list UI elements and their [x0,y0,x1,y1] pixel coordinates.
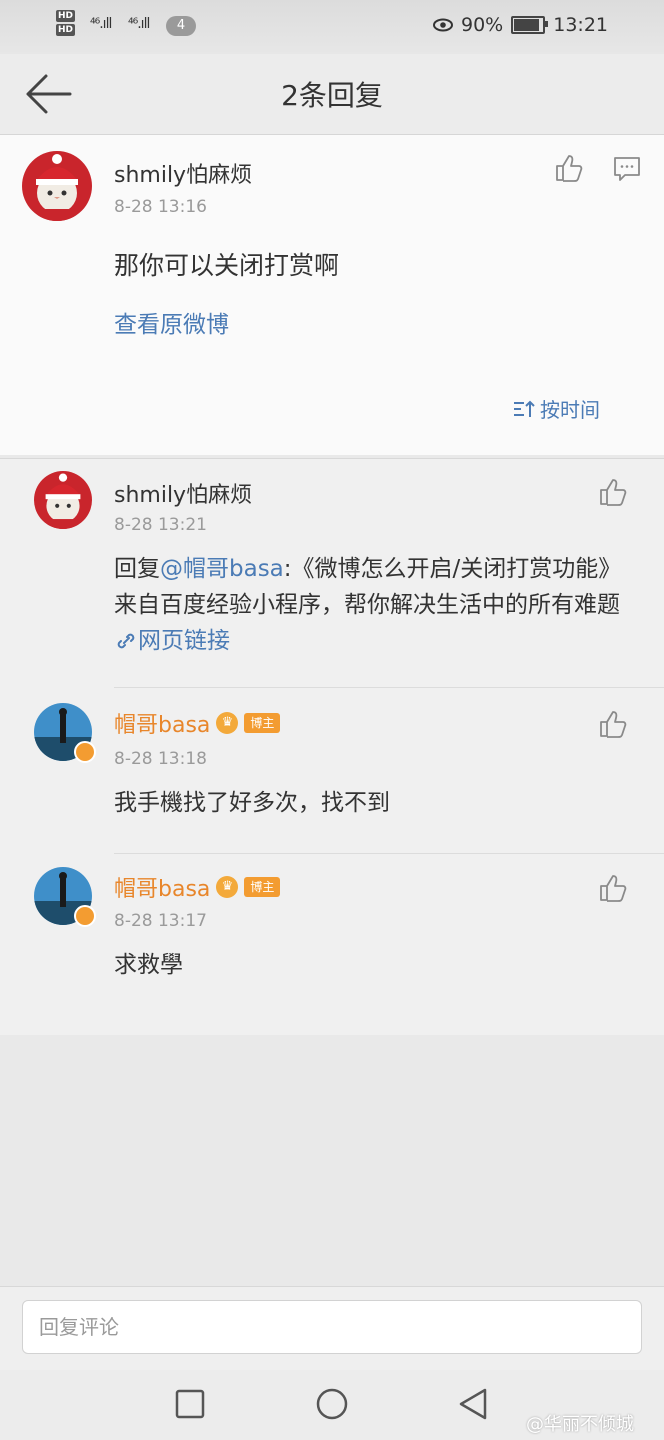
cat-avatar-icon [22,151,92,221]
like-button[interactable] [598,709,628,743]
reply-username[interactable]: 帽哥basa [114,871,210,903]
recents-button[interactable] [174,1388,206,1424]
battery-fill [514,19,540,31]
reply-input-field[interactable]: 回复评论 [22,1300,642,1354]
comment-text: 那你可以关闭打赏啊 [114,251,340,280]
host-badge: 博主 [244,713,281,733]
reply-prefix: 回复 [114,556,160,582]
thumbs-up-icon [600,875,627,902]
hd-badge-1: HD [56,10,76,22]
speech-bubble-icon [614,157,640,181]
divider [114,687,664,688]
verified-badge [74,905,96,927]
eye-icon [433,18,453,32]
replies-list: shmily怕麻烦 8-28 13:21 回复@帽哥basa:《微博怎么开启/关… [0,458,664,1035]
crown-icon: ♛ [216,876,239,898]
reply-user-row: 帽哥basa ♛ 博主 [114,707,281,739]
reply-username[interactable]: shmily怕麻烦 [114,477,252,509]
reply-user-row: 帽哥basa ♛ 博主 [114,871,281,903]
web-link[interactable]: 网页链接 [114,628,230,654]
thumbs-up-icon [556,155,583,182]
verified-badge [74,741,96,763]
notification-count-badge: 4 [166,16,196,36]
view-original-link[interactable]: 查看原微博 [114,305,229,339]
reply-username[interactable]: 帽哥basa [114,707,210,739]
thumbs-up-icon [600,711,627,738]
top-header: 2条回复 [0,54,664,135]
hd-indicators: HD HD [56,10,76,38]
crown-icon: ♛ [216,712,239,734]
avatar-shmily[interactable] [22,151,92,221]
web-link-label: 网页链接 [138,628,230,654]
circle-icon [316,1388,348,1420]
battery-percent: 90% [461,14,504,36]
thumbs-up-icon [600,479,627,506]
like-button[interactable] [554,153,584,187]
avatar-shmily[interactable] [34,471,92,529]
reply-item: shmily怕麻烦 8-28 13:21 回复@帽哥basa:《微博怎么开启/关… [0,459,664,687]
watermark: @华丽不倾城 [526,1414,634,1435]
reply-item: 帽哥basa ♛ 博主 8-28 13:18 我手機找了好多次，找不到 [0,689,664,853]
square-icon [175,1389,205,1419]
clock: 13:21 [553,14,608,36]
host-badge: 博主 [244,877,281,897]
cat-avatar-icon [34,471,92,529]
triangle-back-icon [459,1388,487,1420]
reply-time: 8-28 13:21 [114,515,207,535]
mention-link[interactable]: @帽哥basa [160,556,284,582]
reply-time: 8-28 13:17 [114,911,207,931]
sort-label: 按时间 [540,398,600,422]
reply-item: 帽哥basa ♛ 博主 8-28 13:17 求救學 [0,855,664,1031]
reply-text: 求救學 [114,952,183,978]
comment-button[interactable] [612,155,642,187]
comment-username[interactable]: shmily怕麻烦 [114,157,252,189]
link-icon [117,633,135,649]
reply-text: 回复@帽哥basa:《微博怎么开启/关闭打赏功能》来自百度经验小程序，帮你解决生… [114,551,634,659]
reply-text: 我手機找了好多次，找不到 [114,790,390,816]
like-button[interactable] [598,477,628,511]
reply-time: 8-28 13:18 [114,749,207,769]
status-right-group: 90% 13:21 [433,14,608,36]
page-title: 2条回复 [281,79,383,112]
home-button[interactable] [314,1386,350,1426]
divider [114,853,664,854]
signal-icon-2: ⁴⁶.ıll [128,16,150,32]
signal-icon-1: ⁴⁶.ıll [90,16,112,32]
sort-icon [514,400,535,417]
like-button[interactable] [598,873,628,907]
sort-by-time-button[interactable]: 按时间 [512,394,600,423]
status-bar: HD HD ⁴⁶.ıll ⁴⁶.ıll 4 90% 13:21 [0,0,664,54]
comment-time: 8-28 13:16 [114,197,207,217]
back-nav-button[interactable] [456,1386,490,1426]
hd-badge-2: HD [56,24,76,36]
battery-icon [511,16,549,34]
